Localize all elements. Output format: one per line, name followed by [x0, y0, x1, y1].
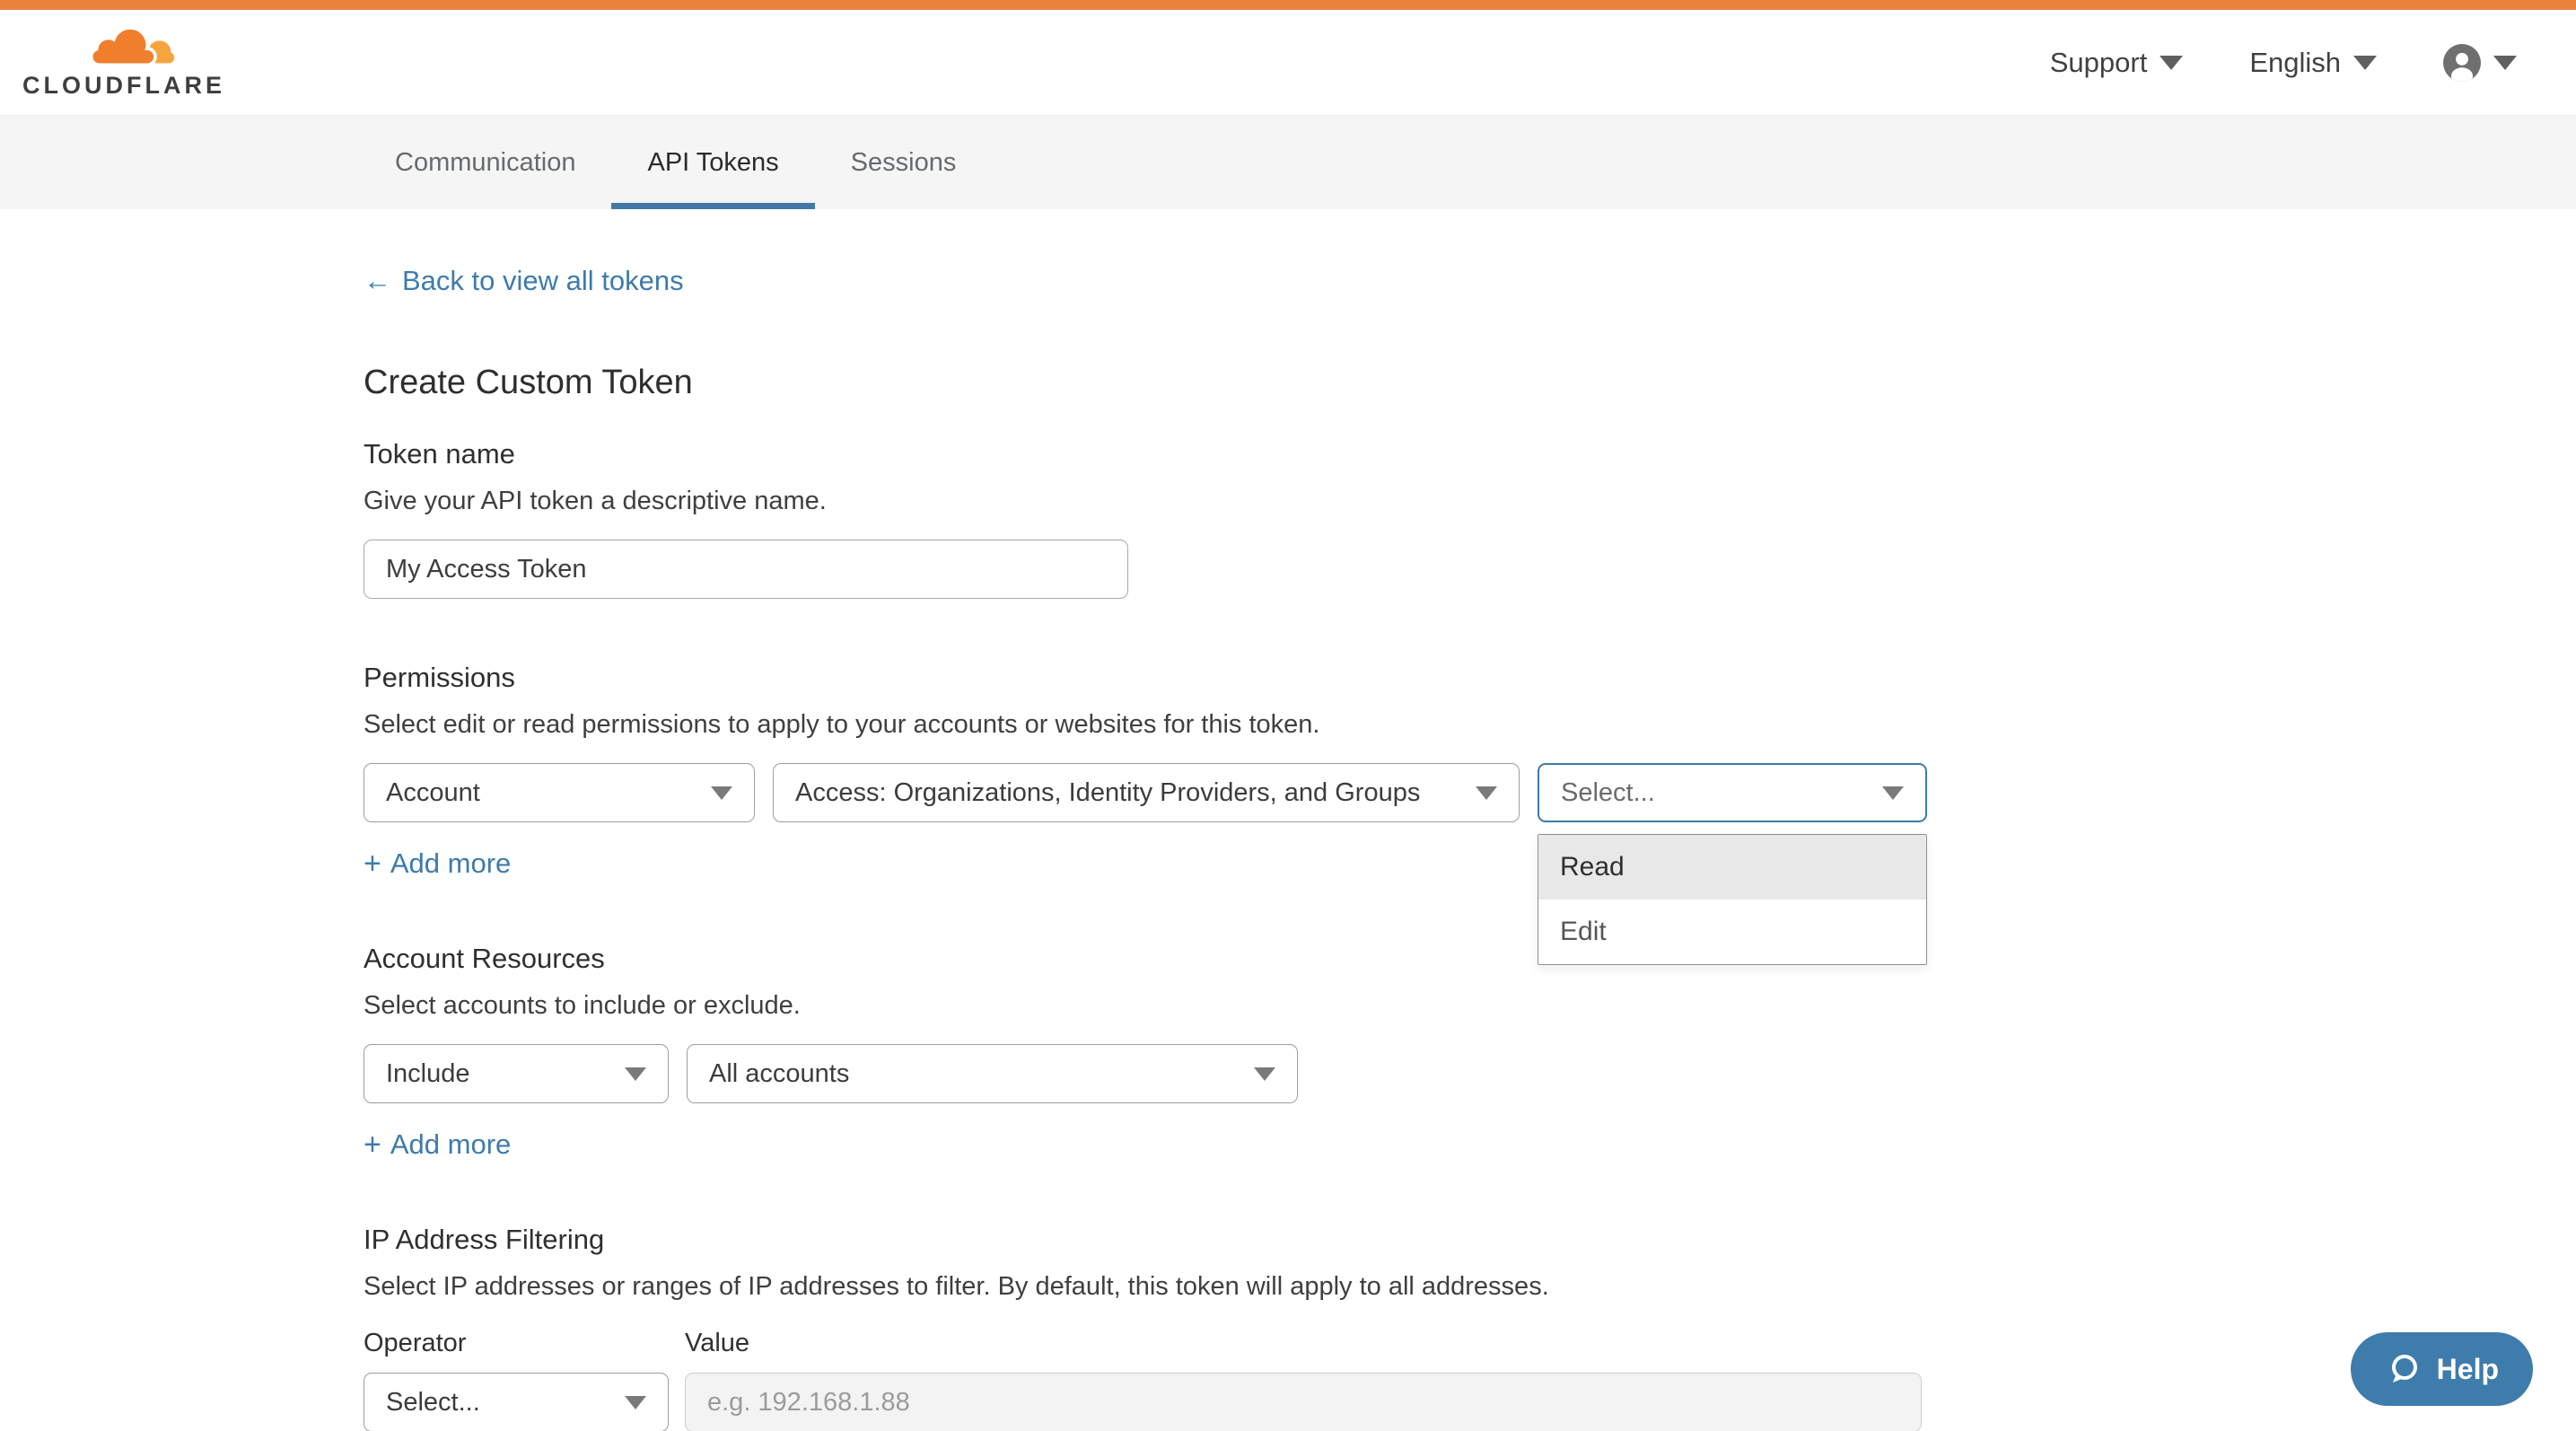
add-more-label: Add more: [390, 847, 511, 880]
token-name-description: Give your API token a descriptive name.: [364, 487, 1943, 516]
include-exclude-select[interactable]: Include: [364, 1044, 669, 1103]
support-menu[interactable]: Support: [2050, 47, 2184, 79]
access-level-menu: Read Edit: [1538, 834, 1927, 965]
tab-communication[interactable]: Communication: [359, 116, 611, 209]
chevron-down-icon: [1254, 1067, 1275, 1081]
token-name-section: Token name Give your API token a descrip…: [364, 438, 1943, 599]
accounts-value: All accounts: [709, 1059, 849, 1089]
language-label: English: [2249, 47, 2341, 79]
menu-item-read[interactable]: Read: [1538, 835, 1926, 900]
account-menu[interactable]: [2443, 44, 2517, 82]
ip-value-input[interactable]: [685, 1373, 1922, 1431]
chat-bubble-icon: [2385, 1350, 2423, 1388]
cloudflare-cloud-icon: [78, 25, 182, 74]
chevron-down-icon: [2160, 56, 2183, 70]
plus-icon: +: [364, 848, 381, 879]
support-label: Support: [2050, 47, 2148, 79]
user-avatar-icon: [2443, 44, 2481, 82]
tab-api-tokens[interactable]: API Tokens: [611, 116, 814, 209]
chevron-down-icon: [2353, 56, 2377, 70]
chevron-down-icon: [1476, 786, 1497, 800]
page-title: Create Custom Token: [364, 364, 1943, 402]
permission-scope-value: Account: [386, 778, 480, 808]
permission-scope-select[interactable]: Account: [364, 763, 755, 822]
ip-operator-select[interactable]: Select...: [364, 1373, 669, 1431]
ip-filtering-description: Select IP addresses or ranges of IP addr…: [364, 1272, 1943, 1302]
account-resources-section: Account Resources Select accounts to inc…: [364, 943, 1943, 1161]
access-level-placeholder: Select...: [1561, 778, 1655, 808]
token-name-heading: Token name: [364, 438, 1943, 470]
chevron-down-icon: [625, 1067, 646, 1081]
account-resources-row: Include All accounts: [364, 1044, 1943, 1103]
account-resources-description: Select accounts to include or exclude.: [364, 991, 1943, 1021]
permission-group-value: Access: Organizations, Identity Provider…: [795, 778, 1420, 808]
back-link[interactable]: ← Back to view all tokens: [364, 265, 684, 297]
brand-accent-bar: [0, 0, 2576, 10]
permissions-section: Permissions Select edit or read permissi…: [364, 662, 1943, 880]
token-name-input[interactable]: [364, 540, 1128, 599]
ip-operator-placeholder: Select...: [386, 1388, 480, 1418]
menu-item-edit[interactable]: Edit: [1538, 900, 1926, 964]
ip-filtering-heading: IP Address Filtering: [364, 1224, 1943, 1256]
ip-filtering-row: Select...: [364, 1373, 1943, 1431]
operator-label: Operator: [364, 1329, 669, 1358]
cloudflare-wordmark: CLOUDFLARE: [22, 72, 225, 100]
permissions-row: Account Access: Organizations, Identity …: [364, 763, 1943, 822]
add-more-accounts-link[interactable]: + Add more: [364, 1128, 511, 1161]
ip-filtering-labels: Operator Value: [364, 1329, 1943, 1358]
permissions-heading: Permissions: [364, 662, 1943, 694]
cloudflare-logo[interactable]: CLOUDFLARE: [36, 25, 212, 100]
permissions-description: Select edit or read permissions to apply…: [364, 710, 1943, 740]
add-more-permissions-link[interactable]: + Add more: [364, 847, 511, 880]
chevron-down-icon: [711, 786, 732, 800]
help-button[interactable]: Help: [2351, 1332, 2533, 1406]
header: CLOUDFLARE Support English: [0, 10, 2576, 115]
main-content: ← Back to view all tokens Create Custom …: [364, 209, 1943, 1431]
plus-icon: +: [364, 1129, 381, 1160]
help-button-label: Help: [2437, 1353, 2499, 1386]
value-label: Value: [685, 1329, 749, 1358]
chevron-down-icon: [625, 1396, 646, 1409]
ip-filtering-section: IP Address Filtering Select IP addresses…: [364, 1224, 1943, 1431]
accounts-select[interactable]: All accounts: [687, 1044, 1298, 1103]
add-more-label: Add more: [390, 1128, 511, 1161]
chevron-down-icon: [2493, 56, 2517, 70]
tab-sessions[interactable]: Sessions: [815, 116, 993, 209]
profile-tabbar: Communication API Tokens Sessions: [0, 115, 2576, 209]
include-exclude-value: Include: [386, 1059, 470, 1089]
permission-group-select[interactable]: Access: Organizations, Identity Provider…: [773, 763, 1520, 822]
back-link-label: Back to view all tokens: [402, 265, 684, 297]
access-level-select[interactable]: Select... Read Edit: [1538, 763, 1927, 822]
language-menu[interactable]: English: [2249, 47, 2377, 79]
back-arrow-icon: ←: [364, 265, 391, 297]
chevron-down-icon: [1882, 786, 1904, 800]
